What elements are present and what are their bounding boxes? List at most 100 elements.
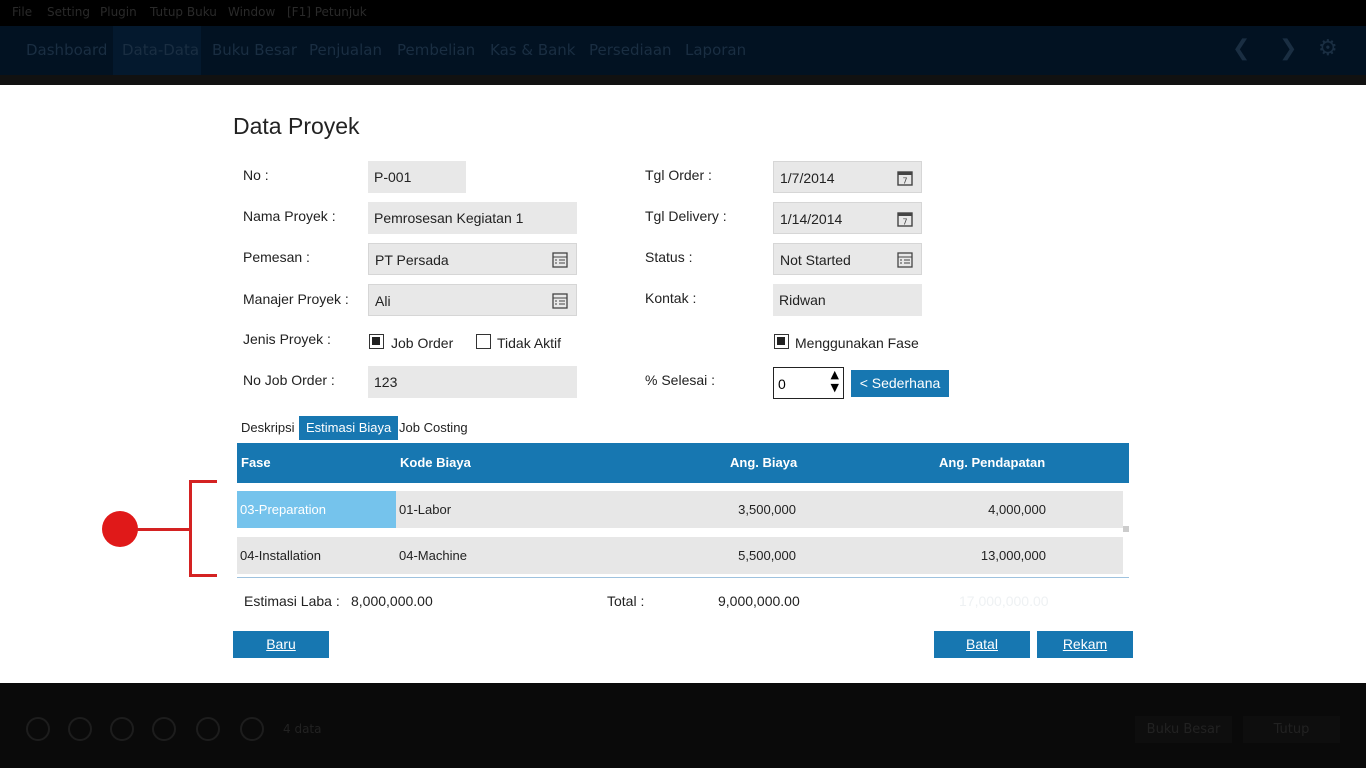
- nav-kas-bank[interactable]: Kas & Bank: [490, 41, 576, 59]
- nav-pembelian[interactable]: Pembelian: [397, 41, 475, 59]
- back-arrow-icon[interactable]: ❮: [1232, 36, 1250, 61]
- persen-selesai-label: % Selesai :: [645, 372, 716, 388]
- nav-buku-besar[interactable]: Buku Besar: [212, 41, 297, 59]
- baru-button[interactable]: Baru: [233, 631, 329, 658]
- cell-ang-pendapatan[interactable]: 4,000,000: [988, 502, 1046, 517]
- rekam-button[interactable]: Rekam: [1037, 631, 1133, 658]
- cell-fase[interactable]: 04-Installation: [240, 548, 321, 563]
- col-kode-biaya[interactable]: Kode Biaya: [400, 455, 471, 470]
- nav-laporan[interactable]: Laporan: [685, 41, 746, 59]
- nav-data-data[interactable]: Data-Data: [122, 41, 199, 59]
- cell-ang-biaya[interactable]: 3,500,000: [738, 502, 796, 517]
- nav-dashboard[interactable]: Dashboard: [26, 41, 107, 59]
- annotation-bracket-top: [189, 480, 217, 483]
- no-job-order-label: No Job Order :: [243, 372, 335, 388]
- status-field[interactable]: Not Started: [773, 243, 922, 275]
- refresh-icon[interactable]: [152, 717, 176, 741]
- annotation-connector: [137, 528, 192, 531]
- table-row[interactable]: 03-Preparation 01-Labor 3,500,000 4,000,…: [237, 491, 1123, 528]
- cell-ang-pendapatan[interactable]: 13,000,000: [981, 548, 1046, 563]
- tutup-button[interactable]: Tutup: [1243, 716, 1340, 743]
- menu-plugin[interactable]: Plugin: [100, 5, 137, 19]
- edit-icon[interactable]: [68, 717, 92, 741]
- status-label: Status :: [645, 249, 693, 265]
- pemesan-value: PT Persada: [375, 252, 449, 268]
- buku-besar-button[interactable]: Buku Besar: [1135, 716, 1232, 743]
- manajer-proyek-field[interactable]: Ali: [368, 284, 577, 316]
- col-ang-biaya[interactable]: Ang. Biaya: [730, 455, 797, 470]
- svg-text:7: 7: [902, 218, 907, 227]
- persen-selesai-stepper[interactable]: 0 ▲ ▼: [773, 367, 844, 399]
- table-row[interactable]: 04-Installation 04-Machine 5,500,000 13,…: [237, 537, 1123, 574]
- stepper-down-icon[interactable]: ▼: [831, 382, 839, 394]
- delete-icon[interactable]: [110, 717, 134, 741]
- tab-job-costing[interactable]: Job Costing: [399, 416, 468, 440]
- tgl-order-label: Tgl Order :: [645, 167, 712, 183]
- manajer-proyek-value: Ali: [375, 293, 391, 309]
- table-bottom-border: [237, 577, 1129, 578]
- pemesan-field[interactable]: PT Persada: [368, 243, 577, 275]
- cell-ang-biaya[interactable]: 5,500,000: [738, 548, 796, 563]
- data-proyek-panel: Data Proyek No : P-001 Nama Proyek : Pem…: [0, 85, 1366, 683]
- add-icon[interactable]: [26, 717, 50, 741]
- no-label: No :: [243, 167, 269, 183]
- tgl-delivery-value: 1/14/2014: [780, 211, 843, 227]
- col-fase[interactable]: Fase: [241, 455, 271, 470]
- gear-icon[interactable]: ⚙: [1318, 36, 1338, 61]
- pemesan-label: Pemesan :: [243, 249, 310, 265]
- col-ang-pendapatan[interactable]: Ang. Pendapatan: [939, 455, 1045, 470]
- list-lookup-icon[interactable]: [552, 293, 568, 309]
- tab-deskripsi[interactable]: Deskripsi: [241, 416, 294, 440]
- cell-kode-biaya[interactable]: 04-Machine: [399, 548, 467, 563]
- menu-tutup-buku[interactable]: Tutup Buku: [150, 5, 217, 19]
- list-lookup-icon[interactable]: [897, 252, 913, 268]
- menggunakan-fase-checkbox[interactable]: [774, 334, 789, 349]
- menu-file[interactable]: File: [12, 5, 32, 19]
- job-order-checkbox[interactable]: [369, 334, 384, 349]
- kontak-label: Kontak :: [645, 290, 697, 306]
- cell-fase[interactable]: 03-Preparation: [240, 502, 326, 517]
- no-field[interactable]: P-001: [368, 161, 466, 193]
- cell-kode-biaya[interactable]: 01-Labor: [399, 502, 451, 517]
- list-lookup-icon[interactable]: [552, 252, 568, 268]
- tab-estimasi-biaya[interactable]: Estimasi Biaya: [299, 416, 399, 440]
- download-icon[interactable]: [196, 717, 220, 741]
- menggunakan-fase-label: Menggunakan Fase: [795, 335, 919, 351]
- menu-setting[interactable]: Setting: [47, 5, 90, 19]
- tgl-delivery-field[interactable]: 1/14/2014 7: [773, 202, 922, 234]
- sync-icon[interactable]: [240, 717, 264, 741]
- kontak-value: Ridwan: [779, 292, 826, 308]
- separator: [0, 75, 1366, 85]
- annotation-bracket: [189, 480, 192, 577]
- stepper-up-icon[interactable]: ▲: [831, 369, 839, 381]
- tgl-order-value: 1/7/2014: [780, 170, 835, 186]
- calendar-icon[interactable]: 7: [897, 211, 913, 227]
- nav-persediaan[interactable]: Persediaan: [589, 41, 672, 59]
- tidak-aktif-label: Tidak Aktif: [497, 335, 562, 351]
- nav-penjualan[interactable]: Penjualan: [309, 41, 382, 59]
- manajer-proyek-label: Manajer Proyek :: [243, 291, 349, 307]
- menu-help[interactable]: [F1] Petunjuk: [287, 5, 367, 19]
- no-job-order-field[interactable]: 123: [368, 366, 577, 398]
- nama-proyek-label: Nama Proyek :: [243, 208, 336, 224]
- no-value: P-001: [374, 169, 412, 185]
- forward-arrow-icon[interactable]: ❯: [1279, 36, 1297, 61]
- sederhana-button[interactable]: < Sederhana: [851, 370, 949, 397]
- kontak-field[interactable]: Ridwan: [773, 284, 922, 316]
- calendar-icon[interactable]: 7: [897, 170, 913, 186]
- tgl-order-field[interactable]: 1/7/2014 7: [773, 161, 922, 193]
- svg-text:7: 7: [902, 177, 907, 186]
- total-pendapatan-value: 17,000,000.00: [959, 593, 1049, 609]
- bottom-toolbar: 4 data Buku Besar Tutup: [0, 683, 1366, 768]
- batal-button[interactable]: Batal: [934, 631, 1030, 658]
- estimasi-laba-value: 8,000,000.00: [351, 593, 433, 609]
- page-title: Data Proyek: [233, 113, 360, 139]
- tidak-aktif-checkbox[interactable]: [476, 334, 491, 349]
- menu-window[interactable]: Window: [228, 5, 275, 19]
- no-job-order-value: 123: [374, 374, 398, 390]
- job-order-label: Job Order: [391, 335, 454, 351]
- nama-proyek-field[interactable]: Pemrosesan Kegiatan 1: [368, 202, 577, 234]
- tgl-delivery-label: Tgl Delivery :: [645, 208, 727, 224]
- status-value: Not Started: [780, 252, 851, 268]
- scrollbar-thumb[interactable]: [1123, 526, 1129, 532]
